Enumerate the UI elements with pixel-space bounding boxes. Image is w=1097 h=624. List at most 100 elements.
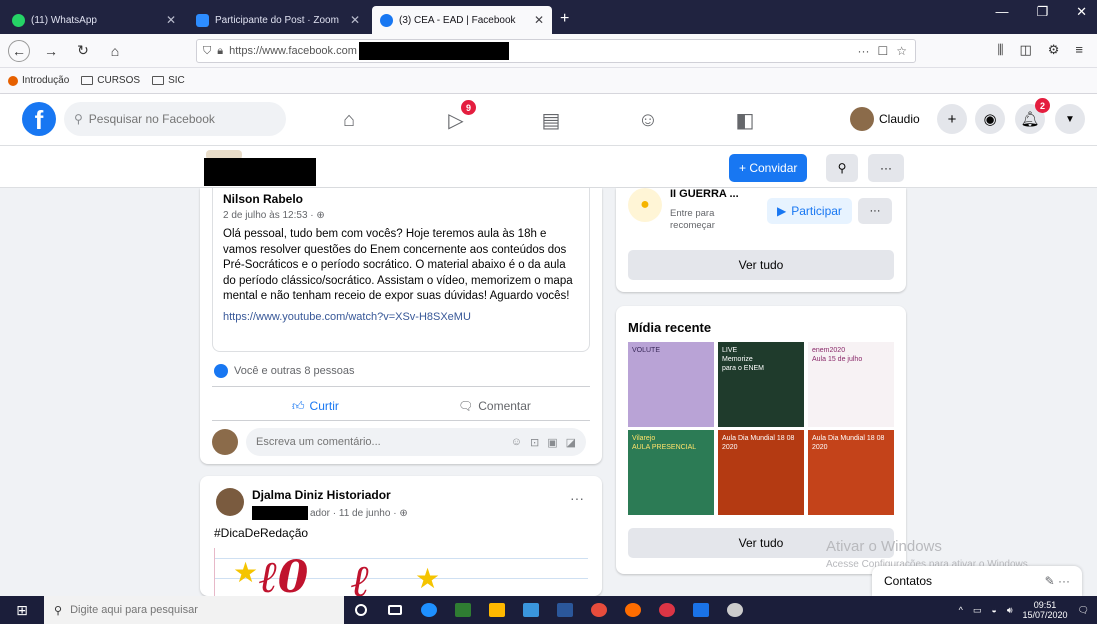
- event-title[interactable]: II GUERRA ...: [670, 188, 739, 200]
- bookmark-star-icon[interactable]: ☆: [896, 44, 907, 58]
- media-thumbnail[interactable]: Aula Dia Mundial 18 08 2020: [808, 430, 894, 515]
- facebook-logo[interactable]: f: [22, 102, 56, 136]
- camera-icon[interactable]: ⊡: [530, 436, 539, 449]
- bookmark-cursos[interactable]: CURSOS: [81, 75, 140, 86]
- zoom-icon[interactable]: [684, 596, 718, 624]
- back-button[interactable]: ←: [8, 39, 30, 62]
- close-tab-icon[interactable]: ✕: [534, 13, 544, 27]
- pocket-icon[interactable]: ☐: [877, 44, 888, 58]
- invite-button[interactable]: + Convidar: [729, 154, 808, 182]
- new-message-icon[interactable]: ✎ ···: [1045, 574, 1070, 588]
- nav-groups-icon[interactable]: ☺: [633, 106, 663, 134]
- firefox-icon[interactable]: [616, 596, 650, 624]
- task-view-icon[interactable]: [378, 596, 412, 624]
- windows-taskbar: ⊞ ⚲ ^ ▭ ◒ 🔊︎ 09:51 15/07/2020 🗨︎: [0, 596, 1097, 624]
- post-meta[interactable]: 2 de julho às 12:53 · ⊕: [223, 210, 579, 221]
- nav-home-icon[interactable]: ⌂: [334, 106, 364, 134]
- post-author[interactable]: Djalma Diniz Historiador: [252, 488, 408, 502]
- notifications-bell-icon[interactable]: 🔔︎ 2: [1015, 98, 1050, 134]
- close-tab-icon[interactable]: ✕: [350, 13, 360, 27]
- reload-button[interactable]: ↻: [72, 40, 94, 62]
- media-thumbnail[interactable]: enem2020 Aula 15 de julho: [808, 342, 894, 427]
- menu-icon[interactable]: ≡: [1075, 42, 1083, 58]
- account-menu-chevron-down-icon[interactable]: ▼: [1055, 104, 1085, 134]
- chrome-icon[interactable]: [582, 596, 616, 624]
- taskbar-clock[interactable]: 09:51 15/07/2020: [1023, 600, 1068, 620]
- messenger-icon[interactable]: ◉: [975, 104, 1005, 134]
- post-meta-text[interactable]: ador · 11 de junho · ⊕: [310, 508, 408, 519]
- nav-watch-icon[interactable]: ▷ 9: [441, 100, 476, 134]
- tray-chevron-up-icon[interactable]: ^: [959, 605, 963, 615]
- bookmarks-bar: Introdução CURSOS SIC: [0, 68, 1097, 94]
- nav-marketplace-icon[interactable]: ▤: [536, 106, 566, 134]
- notification-center-icon[interactable]: 🗨︎: [1078, 605, 1089, 616]
- gif-icon[interactable]: ▣: [547, 436, 557, 449]
- reactions-summary[interactable]: Você e outras 8 pessoas: [214, 364, 354, 378]
- mail-icon[interactable]: [514, 596, 548, 624]
- close-tab-icon[interactable]: ✕: [166, 13, 176, 27]
- post-author[interactable]: Nilson Rabelo: [223, 192, 579, 206]
- battery-icon[interactable]: ▭: [973, 605, 982, 616]
- facebook-search[interactable]: ⚲: [64, 102, 286, 136]
- post-options-button[interactable]: ···: [570, 490, 584, 506]
- shield-icon[interactable]: ⛉: [203, 45, 211, 58]
- taskbar-search-input[interactable]: [70, 604, 311, 616]
- sidebar-icon[interactable]: ◫: [1019, 42, 1031, 58]
- join-button[interactable]: ▶ Participar: [767, 198, 852, 224]
- close-window-button[interactable]: ✕: [1076, 4, 1087, 20]
- group-more-button[interactable]: ···: [868, 154, 904, 182]
- paint-icon[interactable]: [718, 596, 752, 624]
- bookmark-introducao[interactable]: Introdução: [8, 75, 69, 86]
- tab-facebook[interactable]: (3) CEA - EAD | Facebook ✕: [372, 6, 552, 34]
- edge-icon[interactable]: [412, 596, 446, 624]
- group-search-button[interactable]: ⚲: [826, 154, 858, 182]
- word-icon[interactable]: [548, 596, 582, 624]
- avatar[interactable]: [216, 488, 244, 516]
- tab-whatsapp[interactable]: (11) WhatsApp ✕: [4, 6, 184, 34]
- post-hashtag[interactable]: #DicaDeRedação: [214, 526, 308, 540]
- volume-icon[interactable]: 🔊︎: [1007, 605, 1013, 616]
- facebook-icon: [380, 13, 393, 27]
- bookmark-sic[interactable]: SIC: [152, 75, 185, 86]
- maximize-button[interactable]: ❐: [1036, 4, 1048, 20]
- event-more-button[interactable]: ···: [858, 198, 892, 224]
- extension-icon[interactable]: ⚙: [1048, 42, 1060, 58]
- sticker-icon[interactable]: ◪: [566, 436, 576, 449]
- post-image[interactable]: ★ ℓ0 ℓ ★: [214, 548, 588, 598]
- file-explorer-icon[interactable]: [480, 596, 514, 624]
- bookmark-label: Introdução: [22, 75, 70, 86]
- page-actions-icon[interactable]: ···: [857, 44, 869, 58]
- forward-button[interactable]: →: [40, 40, 62, 62]
- new-tab-button[interactable]: +: [560, 10, 569, 28]
- media-thumbnail[interactable]: VOLUTE: [628, 342, 714, 427]
- search-input[interactable]: [88, 112, 269, 126]
- comment-input[interactable]: [256, 436, 476, 448]
- url-bar[interactable]: ⛉ 🔒︎ https://www.facebook.com ··· ☐ ☆: [196, 39, 916, 63]
- lock-icon[interactable]: 🔒︎: [217, 45, 223, 58]
- star-icon: ★: [233, 557, 259, 588]
- minimize-button[interactable]: —: [995, 4, 1008, 20]
- create-button[interactable]: +: [937, 104, 967, 134]
- profile-shortcut[interactable]: Claudio: [848, 104, 926, 134]
- media-thumbnail[interactable]: LIVE Memorize para o ENEM: [718, 342, 804, 427]
- media-thumbnail[interactable]: Aula Dia Mundial 18 08 2020: [718, 430, 804, 515]
- emoji-icon[interactable]: ☺: [511, 436, 522, 449]
- app-icon[interactable]: [446, 596, 480, 624]
- taskbar-search[interactable]: ⚲: [44, 596, 344, 624]
- like-button[interactable]: 👍︎ Curtir: [292, 396, 339, 416]
- windows-start-icon[interactable]: ⊞: [0, 596, 44, 624]
- network-icon[interactable]: ◒: [991, 605, 996, 615]
- comment-button[interactable]: 🗨︎ Comentar: [458, 396, 531, 416]
- library-icon[interactable]: ⫼: [997, 42, 1003, 58]
- see-all-button[interactable]: Ver tudo: [628, 250, 894, 280]
- app-icon[interactable]: [650, 596, 684, 624]
- handwriting-art: ℓ0: [259, 552, 309, 598]
- contacts-chat-bar[interactable]: Contatos ✎ ···: [872, 566, 1082, 596]
- nav-gaming-icon[interactable]: ◧: [730, 106, 760, 134]
- tab-zoom[interactable]: Participante do Post · Zoom ✕: [188, 6, 368, 34]
- cortana-icon[interactable]: [344, 596, 378, 624]
- media-thumbnail[interactable]: Vilarejo AULA PRESENCIAL: [628, 430, 714, 515]
- comment-field[interactable]: ☺ ⊡ ▣ ◪: [246, 428, 586, 456]
- post-link[interactable]: https://www.youtube.com/watch?v=XSv-H8SX…: [223, 311, 579, 323]
- home-icon[interactable]: ⌂: [104, 40, 126, 62]
